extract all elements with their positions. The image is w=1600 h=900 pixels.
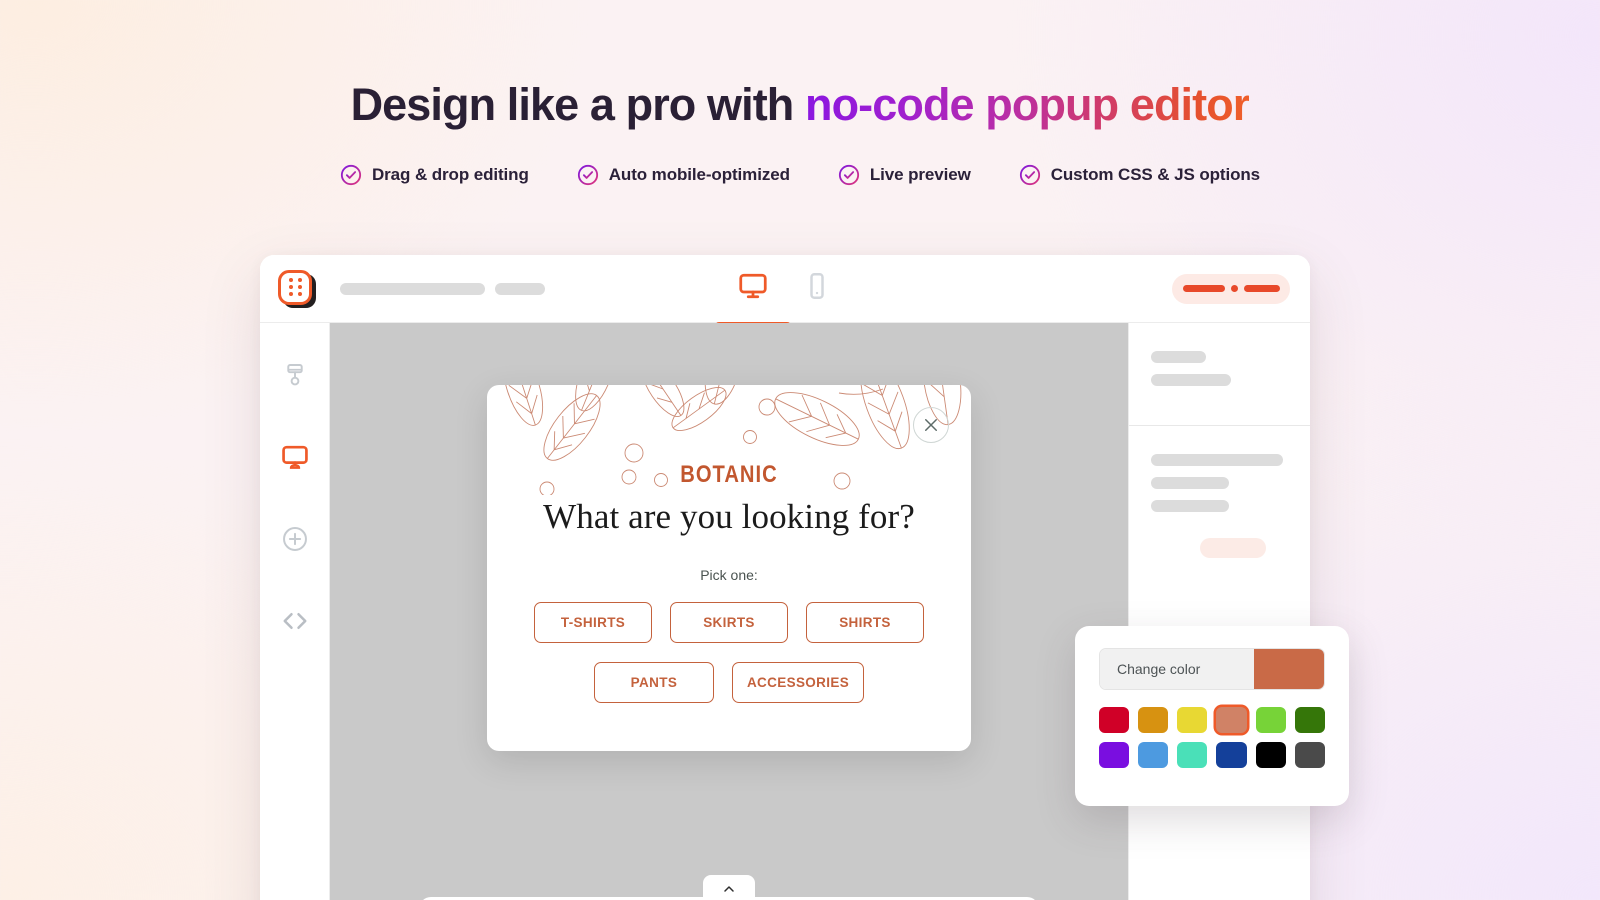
- code-brackets-icon: [283, 613, 306, 629]
- placeholder-bar: [1151, 351, 1206, 363]
- feature-item-custom-css-js: Custom CSS & JS options: [1019, 164, 1260, 186]
- swatch-goldenrod[interactable]: [1138, 707, 1169, 733]
- rail-item-display[interactable]: [279, 441, 311, 473]
- popup-content: BOTANIC What are you looking for? Pick o…: [487, 385, 971, 703]
- feature-label: Auto mobile-optimized: [608, 165, 790, 184]
- popup-preview[interactable]: BOTANIC What are you looking for? Pick o…: [487, 385, 971, 751]
- swatch-forest[interactable]: [1294, 707, 1325, 733]
- check-circle-icon: [577, 164, 598, 186]
- check-circle-icon: [1019, 164, 1040, 186]
- swatch-navy[interactable]: [1216, 742, 1247, 768]
- placeholder-bar: [1182, 285, 1225, 292]
- swatch-yellow[interactable]: [1177, 707, 1208, 733]
- headline-plain-text: Design like a pro with: [350, 79, 805, 130]
- editor-left-rail: [260, 323, 330, 900]
- headline-accent-text: no-code popup editor: [804, 79, 1250, 130]
- editor-topbar: [260, 255, 1310, 328]
- rail-item-add[interactable]: [279, 523, 311, 555]
- feature-item-drag-drop: Drag & drop editing: [340, 164, 529, 186]
- swatch-crimson[interactable]: [1099, 707, 1130, 733]
- popup-pick-label: Pick one:: [700, 567, 758, 583]
- popup-brand: BOTANIC: [680, 461, 778, 488]
- popup-brand-wrap: BOTANIC: [487, 461, 971, 489]
- placeholder-bar: [1151, 454, 1283, 466]
- change-color-field[interactable]: Change color: [1099, 648, 1325, 690]
- feature-item-mobile-optimized: Auto mobile-optimized: [577, 164, 790, 186]
- feature-item-live-preview: Live preview: [838, 164, 971, 186]
- swatch-sky-blue[interactable]: [1138, 742, 1169, 768]
- swatch-terracotta[interactable]: [1216, 707, 1247, 733]
- display-icon: [281, 445, 308, 469]
- change-color-label: Change color: [1100, 649, 1254, 689]
- popup-option-accessories[interactable]: ACCESSORIES: [731, 662, 865, 703]
- popup-option-t-shirts[interactable]: T-SHIRTS: [534, 602, 652, 643]
- device-toggle-mobile[interactable]: [802, 271, 832, 306]
- editor-right-panel: [1128, 323, 1310, 900]
- plus-circle-icon: [282, 527, 307, 551]
- swatch-dark-gray[interactable]: [1294, 742, 1325, 768]
- color-picker-panel: Change color: [1075, 626, 1349, 806]
- logo-face: [278, 269, 312, 305]
- rail-item-code[interactable]: [279, 605, 311, 637]
- placeholder-bar: [1243, 285, 1280, 292]
- device-toggle-desktop[interactable]: [715, 271, 791, 328]
- feature-list: Drag & drop editing Auto mobile-optimize…: [0, 164, 1600, 186]
- chevron-up-icon: [724, 886, 734, 892]
- popup-heading: What are you looking for?: [543, 497, 915, 536]
- editor-canvas[interactable]: BOTANIC What are you looking for? Pick o…: [330, 323, 1128, 900]
- publish-button[interactable]: [1172, 273, 1290, 304]
- right-panel-section-2: [1129, 426, 1310, 586]
- feature-label: Drag & drop editing: [371, 165, 529, 184]
- feature-label: Custom CSS & JS options: [1050, 165, 1260, 184]
- placeholder-bar: [1151, 374, 1231, 386]
- check-circle-icon: [838, 164, 859, 186]
- app-logo-icon[interactable]: [278, 269, 316, 308]
- swatch-black[interactable]: [1255, 742, 1286, 768]
- placeholder-bar: [1151, 477, 1229, 489]
- feature-label: Live preview: [869, 165, 971, 184]
- desktop-icon: [739, 273, 767, 299]
- swatch-violet[interactable]: [1099, 742, 1130, 768]
- popup-option-pants[interactable]: PANTS: [593, 662, 714, 703]
- current-color-swatch[interactable]: [1254, 649, 1324, 689]
- popup-option-row-1: T-SHIRTS SKIRTS SHIRTS: [487, 602, 971, 643]
- swatch-turquoise[interactable]: [1177, 742, 1208, 768]
- check-circle-icon: [340, 164, 362, 186]
- right-panel-section-1: [1129, 323, 1310, 426]
- page-title: Design like a pro with no-code popup edi…: [0, 79, 1600, 130]
- rail-item-paintbrush[interactable]: [279, 359, 311, 391]
- popup-option-row-2: PANTS ACCESSORIES: [487, 662, 971, 703]
- separator-dot: [1230, 285, 1238, 292]
- color-swatch-grid: [1099, 707, 1325, 768]
- editor-body: BOTANIC What are you looking for? Pick o…: [260, 323, 1310, 900]
- mobile-icon: [810, 272, 824, 299]
- popup-option-shirts[interactable]: SHIRTS: [806, 602, 924, 643]
- right-panel-action-button[interactable]: [1200, 538, 1266, 558]
- swatch-lime[interactable]: [1255, 707, 1286, 733]
- placeholder-bar: [340, 282, 485, 295]
- placeholder-bar: [495, 282, 545, 295]
- paintbrush-icon: [286, 364, 303, 386]
- popup-option-skirts[interactable]: SKIRTS: [670, 602, 788, 643]
- topbar-placeholder-group: [340, 282, 545, 295]
- placeholder-bar: [1151, 500, 1229, 512]
